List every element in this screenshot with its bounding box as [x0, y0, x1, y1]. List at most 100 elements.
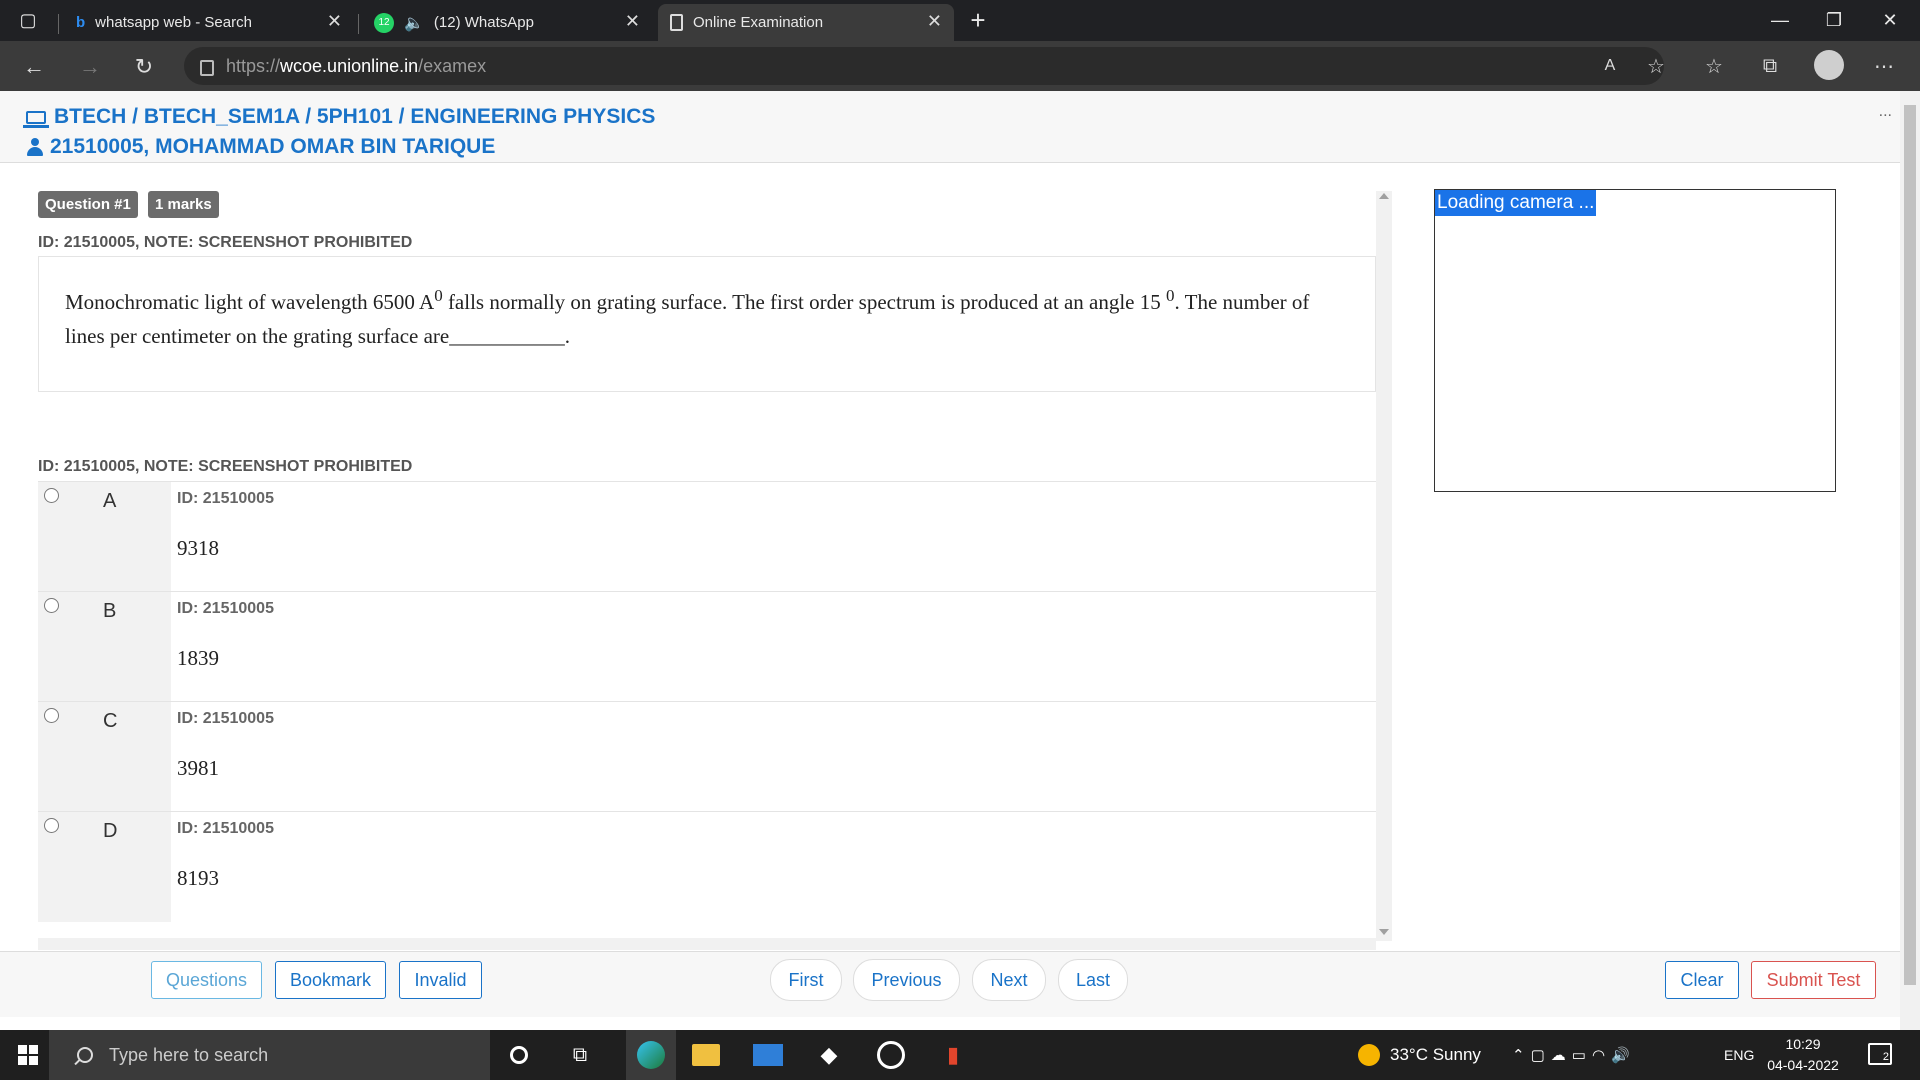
lock-icon[interactable] [200, 60, 214, 76]
tab-separator [58, 14, 59, 34]
scroll-up-icon[interactable] [1379, 193, 1389, 199]
option-id: ID: 21510005 [177, 600, 274, 617]
speaker-icon[interactable]: 🔈 [404, 13, 424, 33]
sun-icon [1358, 1044, 1380, 1066]
mail-icon[interactable] [751, 1038, 785, 1072]
first-button[interactable]: First [770, 959, 842, 1001]
dropbox-icon[interactable]: ◆ [812, 1038, 846, 1072]
option-b[interactable]: B ID: 21510005 1839 [38, 591, 1376, 702]
question-number-badge: Question #1 [38, 191, 138, 218]
close-icon[interactable]: ✕ [625, 11, 640, 32]
read-aloud-icon[interactable]: A [1592, 49, 1628, 83]
option-c[interactable]: C ID: 21510005 3981 [38, 701, 1376, 812]
clear-button[interactable]: Clear [1665, 961, 1739, 999]
next-button[interactable]: Next [972, 959, 1046, 1001]
last-button[interactable]: Last [1058, 959, 1128, 1001]
student-info: 21510005, MOHAMMAD OMAR BIN TARIQUE [26, 135, 495, 159]
scrollbar-thumb[interactable] [1904, 105, 1916, 985]
option-radio[interactable] [44, 598, 59, 613]
question-text: Monochromatic light of wavelength 6500 A [65, 290, 435, 314]
task-view-icon[interactable]: ⧉ [563, 1038, 597, 1072]
profile-avatar[interactable] [1814, 50, 1844, 80]
question-area[interactable]: Question #1 1 marks ID: 21510005, NOTE: … [38, 191, 1376, 1039]
file-explorer-icon[interactable] [689, 1038, 723, 1072]
option-value: 8193 [177, 866, 219, 890]
windows-taskbar: Type here to search ⧉ ◆ ▮ 33°C Sunny ⌃ ▢… [0, 1030, 1920, 1080]
url-field[interactable]: https://wcoe.unionline.in/examex [184, 47, 1664, 85]
meet-icon[interactable]: ▢ [1531, 1046, 1551, 1064]
tab-title: whatsapp web - Search [95, 14, 252, 31]
submit-test-button[interactable]: Submit Test [1751, 961, 1876, 999]
invalid-button[interactable]: Invalid [399, 961, 482, 999]
tab-whatsapp[interactable]: 12 🔈 (12) WhatsApp ✕ [362, 4, 652, 41]
previous-button[interactable]: Previous [853, 959, 960, 1001]
cloud-icon[interactable]: ☁ [1551, 1046, 1572, 1064]
system-tray-icons[interactable]: ⌃ ▢ ☁ ▭ ◠ 🔊 [1512, 1030, 1636, 1080]
tab-whatsapp-search[interactable]: b whatsapp web - Search ✕ [64, 4, 354, 41]
header-menu-icon[interactable]: ... [1879, 103, 1892, 121]
scroll-down-icon[interactable] [1379, 929, 1389, 935]
edge-icon[interactable] [626, 1030, 676, 1080]
option-id: ID: 21510005 [177, 820, 274, 837]
option-value: 3981 [177, 756, 219, 780]
app-icon[interactable] [874, 1038, 908, 1072]
favorites-icon[interactable]: ☆ [1696, 49, 1732, 83]
tab-actions-icon[interactable]: ▢ [0, 0, 56, 41]
windows-start-icon[interactable] [18, 1045, 38, 1065]
search-placeholder: Type here to search [109, 1044, 269, 1065]
taskbar-search[interactable]: Type here to search [49, 1030, 490, 1080]
exam-footer: Questions Bookmark Invalid First Previou… [0, 951, 1900, 1017]
tab-online-examination[interactable]: Online Examination ✕ [658, 4, 954, 41]
option-value: 9318 [177, 536, 219, 560]
weather-widget[interactable]: 33°C Sunny [1358, 1030, 1481, 1080]
new-tab-button[interactable]: + [950, 0, 1006, 41]
clock-date: 04-04-2022 [1767, 1057, 1839, 1073]
chevron-up-icon[interactable]: ⌃ [1512, 1046, 1531, 1064]
collections-icon[interactable]: ⧉ [1752, 49, 1788, 83]
option-radio[interactable] [44, 488, 59, 503]
volume-icon[interactable]: 🔊 [1611, 1046, 1636, 1064]
restore-icon[interactable]: ❐ [1806, 0, 1862, 41]
option-a[interactable]: A ID: 21510005 9318 [38, 481, 1376, 592]
option-radio[interactable] [44, 818, 59, 833]
question-scrollbar[interactable] [1376, 191, 1392, 941]
option-radio[interactable] [44, 708, 59, 723]
option-d[interactable]: D ID: 21510005 8193 [38, 811, 1376, 922]
page-scrollbar[interactable] [1900, 91, 1920, 1030]
option-letter: B [103, 600, 117, 622]
battery-icon[interactable]: ▭ [1572, 1046, 1592, 1064]
minimize-icon[interactable]: — [1752, 0, 1808, 41]
close-icon[interactable]: ✕ [327, 11, 342, 32]
course-path: BTECH / BTECH_SEM1A / 5PH101 / ENGINEERI… [23, 105, 656, 129]
language-indicator[interactable]: ENG [1724, 1030, 1754, 1080]
option-value: 1839 [177, 646, 219, 670]
cortana-icon[interactable] [502, 1038, 536, 1072]
address-bar-row: ← → ↻ https://wcoe.unionline.in/examex A… [0, 41, 1920, 91]
superscript: 0 [1166, 286, 1175, 305]
refresh-icon[interactable]: ↻ [126, 51, 162, 83]
questions-button[interactable]: Questions [151, 961, 262, 999]
option-letter: A [103, 490, 117, 512]
laptop-icon [23, 110, 49, 128]
close-window-icon[interactable]: ✕ [1862, 0, 1918, 41]
office-icon[interactable]: ▮ [936, 1038, 970, 1072]
option-id: ID: 21510005 [177, 490, 274, 507]
bing-icon: b [76, 14, 86, 31]
question-text: falls normally on grating surface. The f… [442, 290, 1166, 314]
forward-icon[interactable]: → [72, 51, 108, 83]
more-menu-icon[interactable]: ⋯ [1866, 49, 1902, 83]
bookmark-button[interactable]: Bookmark [275, 961, 386, 999]
option-id: ID: 21510005 [177, 710, 274, 727]
tab-title: (12) WhatsApp [433, 14, 534, 31]
question-text-box: Monochromatic light of wavelength 6500 A… [38, 256, 1376, 392]
horizontal-scrollbar[interactable] [38, 938, 1376, 950]
option-letter: D [103, 820, 118, 842]
add-favorite-icon[interactable]: ☆ [1638, 49, 1674, 83]
back-icon[interactable]: ← [16, 51, 52, 83]
wifi-icon[interactable]: ◠ [1592, 1046, 1611, 1064]
notification-icon[interactable]: 2 [1868, 1043, 1892, 1065]
close-icon[interactable]: ✕ [927, 11, 942, 32]
superscript: 0 [434, 286, 443, 305]
course-path-text: BTECH / BTECH_SEM1A / 5PH101 / ENGINEERI… [54, 105, 656, 128]
clock[interactable]: 10:29 04-04-2022 [1758, 1034, 1848, 1076]
